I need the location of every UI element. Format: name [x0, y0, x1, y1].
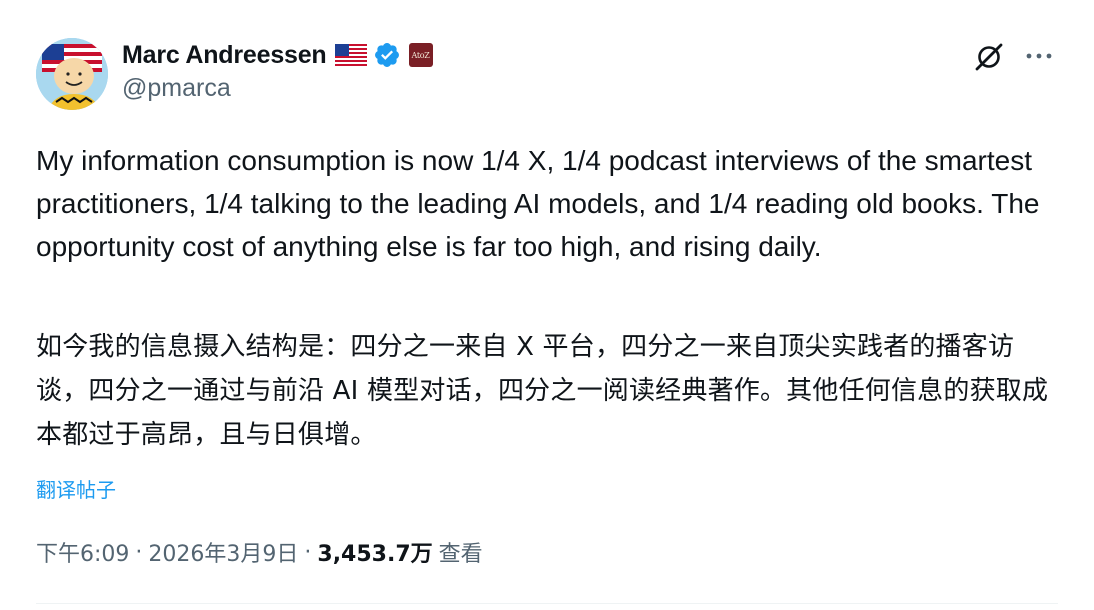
meta-separator: · — [304, 539, 312, 565]
tweet-date[interactable]: 2026年3月9日 — [148, 536, 298, 568]
tweet-time[interactable]: 下午6:09 — [36, 536, 129, 568]
grok-icon[interactable] — [972, 40, 1006, 74]
tweet-text: My information consumption is now 1/4 X,… — [36, 145, 1048, 262]
name-row: Marc Andreessen AtoZ — [122, 38, 433, 72]
translate-post-link[interactable]: 翻译帖子 — [36, 474, 116, 503]
verified-badge-icon[interactable] — [373, 41, 401, 69]
more-dots-icon[interactable] — [1024, 44, 1054, 68]
affiliate-badge-icon[interactable]: AtoZ — [408, 43, 433, 67]
tweet-card: Marc Andreessen AtoZ @pmarca My informat… — [0, 0, 1094, 610]
tweet-meta: 下午6:09 · 2026年3月9日 · 3,453.7万 查看 — [36, 536, 483, 568]
author-display-name[interactable]: Marc Andreessen — [122, 41, 327, 70]
views-count: 3,453.7万 — [317, 542, 433, 567]
us-flag-icon — [334, 44, 367, 66]
author-handle[interactable]: @pmarca — [122, 74, 433, 103]
translated-text: 如今我的信息摄入结构是：四分之一来自 X 平台，四分之一来自顶尖实践者的播客访谈… — [36, 332, 1049, 450]
divider — [36, 603, 1058, 604]
avatar[interactable] — [36, 38, 108, 110]
views-label: 查看 — [438, 542, 483, 567]
avatar-image — [36, 38, 108, 110]
meta-separator: · — [135, 539, 143, 565]
tweet-author: Marc Andreessen AtoZ @pmarca — [122, 38, 433, 103]
